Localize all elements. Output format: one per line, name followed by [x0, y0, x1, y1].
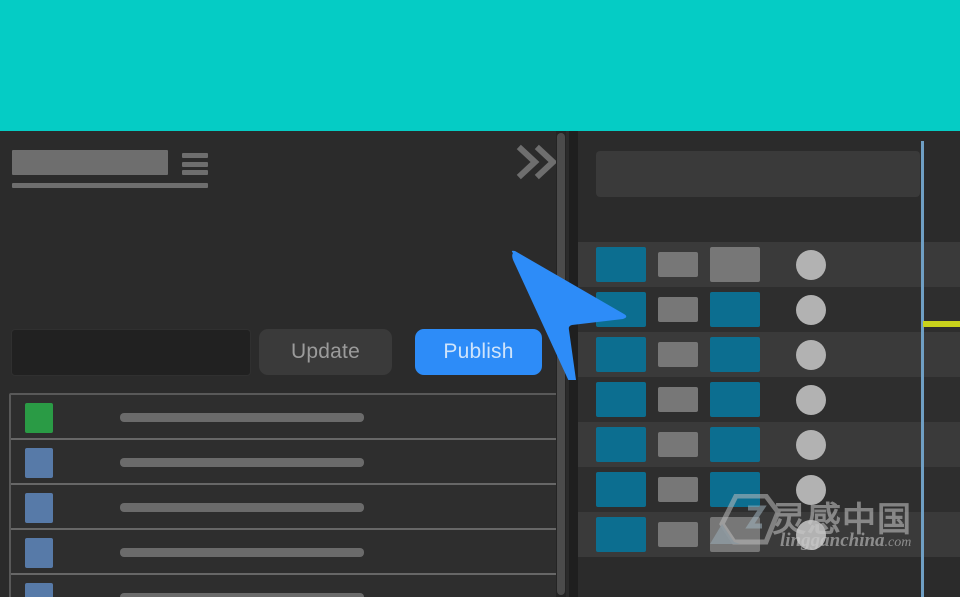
timeline-row[interactable] — [578, 422, 960, 467]
hamburger-bar — [182, 153, 208, 158]
timeline-row[interactable] — [578, 377, 960, 422]
left-panel: Update Publish — [0, 131, 570, 597]
list-item-color-swatch — [25, 448, 53, 478]
timeline-marker — [923, 321, 960, 327]
right-panel — [578, 131, 960, 597]
timeline-cell-1[interactable] — [596, 247, 646, 282]
timeline-cell-1[interactable] — [596, 337, 646, 372]
search-input[interactable] — [11, 329, 251, 376]
timeline-cell-1[interactable] — [596, 517, 646, 552]
timeline-row-dot[interactable] — [796, 295, 826, 325]
timeline-cell-2[interactable] — [658, 477, 698, 502]
timeline-row[interactable] — [578, 467, 960, 512]
top-teal-band — [0, 0, 960, 131]
double-chevron-right-icon[interactable] — [515, 144, 561, 180]
timeline-cell-2[interactable] — [658, 432, 698, 457]
list-item-label-placeholder — [120, 593, 364, 597]
timeline-cell-1[interactable] — [596, 382, 646, 417]
list-item[interactable] — [11, 530, 556, 575]
timeline-row-dot[interactable] — [796, 475, 826, 505]
list-item-label-placeholder — [120, 413, 364, 422]
chevron-svg — [516, 144, 558, 180]
timeline-cell-1[interactable] — [596, 472, 646, 507]
list-item[interactable] — [11, 395, 556, 440]
panel-divider[interactable] — [569, 131, 578, 597]
list-item-color-swatch — [25, 583, 53, 597]
timeline-cell-3[interactable] — [710, 382, 760, 417]
timeline-cell-2[interactable] — [658, 522, 698, 547]
list-item-label-placeholder — [120, 503, 364, 512]
update-button[interactable]: Update — [259, 329, 392, 375]
list-item-color-swatch — [25, 538, 53, 568]
item-list[interactable] — [9, 393, 558, 597]
list-item[interactable] — [11, 575, 556, 597]
list-item-color-swatch — [25, 493, 53, 523]
timeline-row[interactable] — [578, 287, 960, 332]
timeline-grid[interactable] — [578, 242, 960, 557]
list-item-color-swatch — [25, 403, 53, 433]
title-underline — [12, 183, 208, 188]
timeline-row[interactable] — [578, 332, 960, 377]
publish-button[interactable]: Publish — [415, 329, 542, 375]
left-panel-header — [0, 131, 570, 193]
list-item-label-placeholder — [120, 548, 364, 557]
list-item-label-placeholder — [120, 458, 364, 467]
app-body: Update Publish — [0, 131, 960, 597]
timeline-row[interactable] — [578, 242, 960, 287]
list-item[interactable] — [11, 485, 556, 530]
timeline-cell-1[interactable] — [596, 292, 646, 327]
timeline-cell-3[interactable] — [710, 517, 760, 552]
left-panel-scrollbar-thumb[interactable] — [557, 133, 565, 595]
timeline-cell-3[interactable] — [710, 427, 760, 462]
timeline-cell-2[interactable] — [658, 342, 698, 367]
timeline-row-dot[interactable] — [796, 385, 826, 415]
screenshot-root: Update Publish 灵感中国 lingganchina.com — [0, 0, 960, 597]
timeline-cell-3[interactable] — [710, 337, 760, 372]
timeline-cell-2[interactable] — [658, 252, 698, 277]
timeline-row[interactable] — [578, 512, 960, 557]
timeline-playhead[interactable] — [921, 141, 924, 597]
timeline-row-dot[interactable] — [796, 340, 826, 370]
right-panel-header-placeholder — [596, 151, 920, 197]
timeline-cell-2[interactable] — [658, 387, 698, 412]
timeline-row-dot[interactable] — [796, 430, 826, 460]
timeline-cell-2[interactable] — [658, 297, 698, 322]
timeline-cell-3[interactable] — [710, 472, 760, 507]
page-title-placeholder — [12, 150, 168, 175]
timeline-cell-3[interactable] — [710, 292, 760, 327]
timeline-row-dot[interactable] — [796, 520, 826, 550]
hamburger-menu-icon[interactable] — [182, 153, 208, 175]
timeline-cell-1[interactable] — [596, 427, 646, 462]
timeline-cell-3[interactable] — [710, 247, 760, 282]
list-item[interactable] — [11, 440, 556, 485]
timeline-row-dot[interactable] — [796, 250, 826, 280]
hamburger-bar — [182, 161, 208, 167]
hamburger-bar — [182, 170, 208, 175]
